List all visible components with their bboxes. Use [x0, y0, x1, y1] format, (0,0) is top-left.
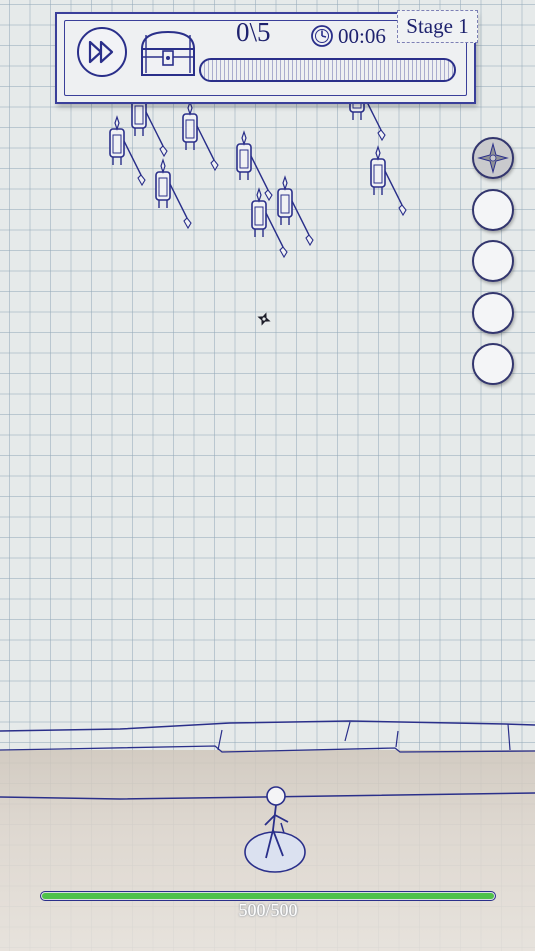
enemy-soldier [155, 159, 192, 229]
player-health-text: 500/500 [238, 900, 298, 920]
treasure-chest-icon [140, 30, 196, 76]
clock-icon [311, 25, 333, 47]
treasure-chest-button[interactable] [137, 27, 199, 79]
skill-slot-4[interactable] [472, 292, 514, 334]
skill-slot-3[interactable] [472, 240, 514, 282]
skill-slot-2[interactable] [472, 189, 514, 231]
skill-slot-1[interactable] [472, 137, 514, 179]
fast-forward-button[interactable] [77, 27, 127, 77]
player-health-fill [42, 893, 494, 899]
kill-counter: 0\5 [236, 17, 271, 47]
wave-progress-bar [199, 58, 456, 82]
enemy-soldier [182, 101, 219, 171]
skill-slot-5[interactable] [472, 343, 514, 385]
battlefield [0, 71, 535, 873]
shuriken-projectile [257, 312, 271, 326]
enemy-soldier [277, 176, 314, 246]
enemy-soldier [370, 146, 407, 216]
stage-label: Stage 1 [397, 10, 478, 43]
elapsed-timer: 00:06 [338, 24, 386, 48]
player-ninja [244, 786, 306, 873]
enemy-soldier [236, 131, 273, 201]
fast-forward-icon [88, 40, 114, 64]
shuriken-skill-icon [477, 142, 509, 174]
